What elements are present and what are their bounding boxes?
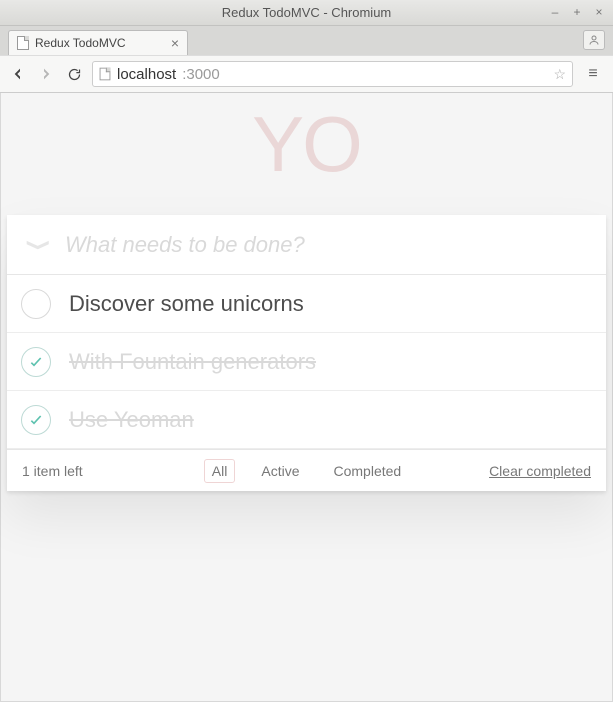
todo-item[interactable]: With Fountain generators xyxy=(7,333,606,391)
back-button[interactable] xyxy=(8,64,28,84)
todo-footer: 1 item left All Active Completed Clear c… xyxy=(7,449,606,491)
page-viewport: YO ❯ What needs to be done? Discover som… xyxy=(0,93,613,702)
tab-strip: Redux TodoMVC × xyxy=(0,26,613,55)
todo-checkbox[interactable] xyxy=(21,289,51,319)
url-port: :3000 xyxy=(182,66,220,83)
new-todo-row: ❯ What needs to be done? xyxy=(7,215,606,275)
todo-list: Discover some unicorns With Fountain gen… xyxy=(7,275,606,449)
todo-checkbox[interactable] xyxy=(21,405,51,435)
window-titlebar: Redux TodoMVC - Chromium – + × xyxy=(0,0,613,26)
todo-item[interactable]: Use Yeoman xyxy=(7,391,606,449)
window-title: Redux TodoMVC - Chromium xyxy=(222,5,392,20)
todo-title: Use Yeoman xyxy=(69,407,194,433)
url-host: localhost xyxy=(117,66,176,83)
browser-tab[interactable]: Redux TodoMVC × xyxy=(8,30,188,55)
bookmark-star-icon[interactable]: ☆ xyxy=(553,66,566,83)
filter-active[interactable]: Active xyxy=(253,459,307,483)
close-icon[interactable]: × xyxy=(591,4,607,20)
tab-label: Redux TodoMVC xyxy=(35,36,126,50)
todo-title: Discover some unicorns xyxy=(69,291,304,317)
filter-group: All Active Completed xyxy=(7,459,606,483)
minimize-icon[interactable]: – xyxy=(547,4,563,20)
maximize-icon[interactable]: + xyxy=(569,4,585,20)
forward-button[interactable] xyxy=(36,64,56,84)
new-todo-input[interactable]: What needs to be done? xyxy=(57,232,590,258)
page-icon xyxy=(100,68,111,81)
filter-completed[interactable]: Completed xyxy=(325,459,409,483)
reload-button[interactable] xyxy=(64,64,84,84)
browser-toolbar: localhost :3000 ☆ ≡ xyxy=(0,55,613,93)
address-bar[interactable]: localhost :3000 ☆ xyxy=(92,61,573,87)
todo-item[interactable]: Discover some unicorns xyxy=(7,275,606,333)
menu-button[interactable]: ≡ xyxy=(581,62,605,86)
todo-app: ❯ What needs to be done? Discover some u… xyxy=(7,215,606,491)
todo-title: With Fountain generators xyxy=(69,349,316,375)
chevron-down-icon[interactable]: ❯ xyxy=(26,232,52,257)
tab-close-icon[interactable]: × xyxy=(171,35,179,51)
todo-checkbox[interactable] xyxy=(21,347,51,377)
page-icon xyxy=(17,36,29,50)
filter-all[interactable]: All xyxy=(204,459,236,483)
hero-title: YO xyxy=(7,105,606,183)
user-badge-icon[interactable] xyxy=(583,30,605,50)
